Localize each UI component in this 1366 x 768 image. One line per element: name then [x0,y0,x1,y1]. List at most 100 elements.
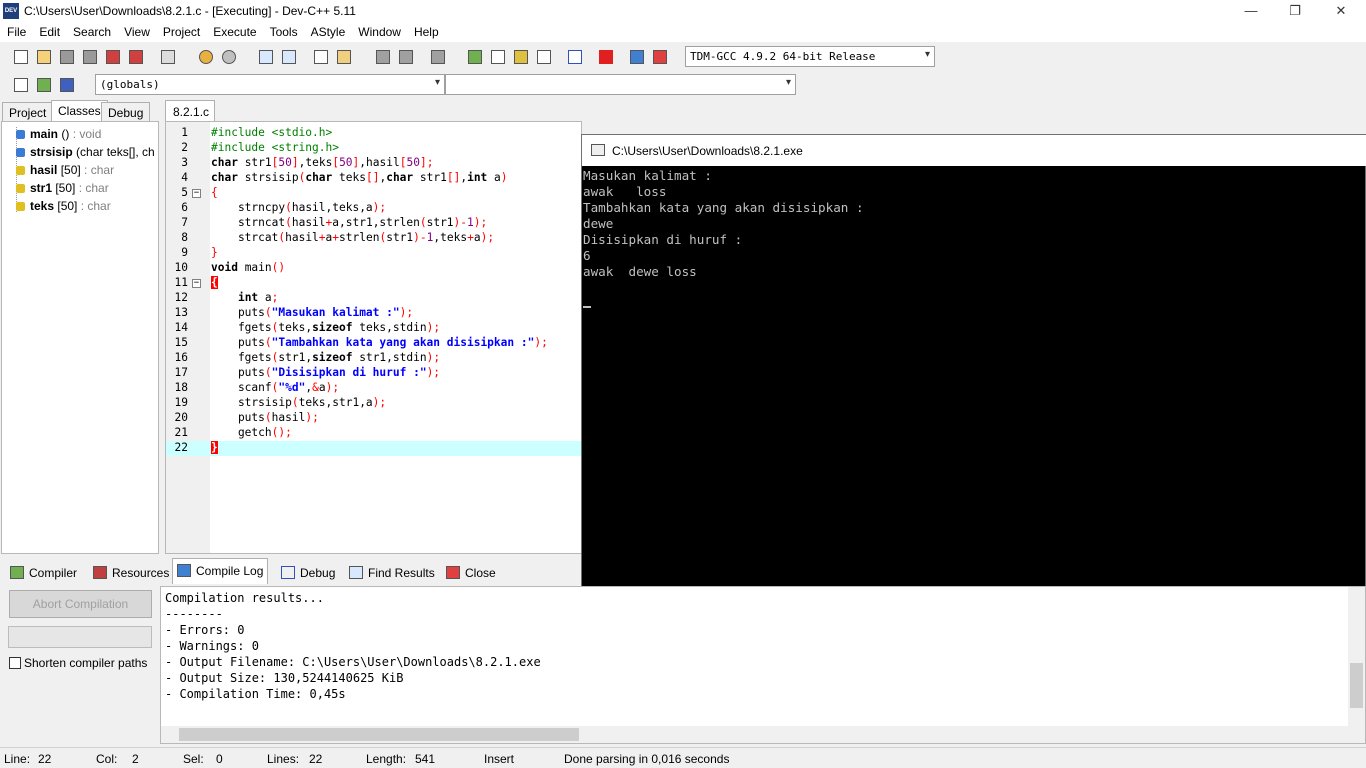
code-line[interactable]: 3 char str1[50],teks[50],hasil[50]; [166,156,581,171]
code-line[interactable]: 17 puts("Disisipkan di huruf :"); [166,366,581,381]
line-number: 6 [181,201,188,214]
minimize-button[interactable]: — [1228,0,1274,22]
new-project-icon[interactable] [465,47,485,67]
code-line[interactable]: 14 fgets(teks,sizeof teks,stdin); [166,321,581,336]
line-number: 18 [174,381,188,394]
profile-icon[interactable] [627,47,647,67]
save-all-icon[interactable] [80,47,100,67]
save-icon[interactable] [57,47,77,67]
toggle-bookmark-icon[interactable] [373,47,393,67]
window-icon[interactable] [488,47,508,67]
menu-astyle[interactable]: AStyle [304,22,352,39]
tab-resources[interactable]: Resources [89,561,173,583]
line-number: 16 [174,351,188,364]
code-line[interactable]: 4 char strsisip(char teks[],char str1[],i… [166,171,581,186]
menu-tools[interactable]: Tools [263,22,304,39]
close-button[interactable]: ✕ [1318,0,1364,22]
line-number: 13 [174,306,188,319]
goto-icon[interactable] [34,75,54,95]
tab-project[interactable]: Project [2,102,54,122]
menu-project[interactable]: Project [156,22,206,39]
code-line[interactable]: 7 strncat(hasil+a,str1,strlen(str1)-1); [166,216,581,231]
class-browser-icon[interactable] [57,75,77,95]
code-line[interactable]: 22} [166,441,581,456]
console-window[interactable]: C:\Users\User\Downloads\8.2.1.exe Masuka… [581,134,1366,646]
code-line[interactable]: 6 strncpy(hasil,teks,a); [166,201,581,216]
menu-search[interactable]: Search [66,22,117,39]
tab-classes[interactable]: Classes [51,100,108,122]
code-line[interactable]: 20 puts(hasil); [166,411,581,426]
project-options-icon[interactable] [511,47,531,67]
compile-log[interactable]: Compilation results... -------- - Errors… [160,586,1366,744]
class-item-hasil[interactable]: hasil [50] : char [16,163,114,181]
find-icon[interactable] [256,47,276,67]
print-icon[interactable] [158,47,178,67]
check-syntax-icon[interactable] [565,47,585,67]
fold-toggle-icon[interactable]: − [192,279,201,288]
status-line-label: Line: [4,752,31,766]
code-line[interactable]: 5− { [166,186,581,201]
scroll-thumb[interactable] [1350,663,1363,708]
compiler-select[interactable]: TDM-GCC 4.9.2 64-bit Release ▾ [685,46,935,67]
code-line[interactable]: 18 scanf("%d",&a); [166,381,581,396]
close-file-icon[interactable] [103,47,123,67]
code-line[interactable]: 16 fgets(str1,sizeof str1,stdin); [166,351,581,366]
tab-compiler[interactable]: Compiler [6,561,81,583]
tab-debug[interactable]: Debug [101,102,151,122]
goto-bookmark-icon[interactable] [396,47,416,67]
code-line[interactable]: 12 int a; [166,291,581,306]
menu-view[interactable]: View [117,22,156,39]
goto-line-icon[interactable] [428,47,448,67]
menu-help[interactable]: Help [407,22,445,39]
code-line[interactable]: 9} [166,246,581,261]
abort-compilation-button[interactable]: Abort Compilation [9,590,152,618]
stop-execution-icon[interactable] [596,47,616,67]
code-line[interactable]: 19 strsisip(teks,str1,a); [166,396,581,411]
class-item-strsisip[interactable]: strsisip (char teks[], ch [16,145,155,163]
shorten-paths-checkbox[interactable]: Shorten compiler paths [9,656,147,670]
class-item-str1[interactable]: str1 [50] : char [16,181,109,199]
menu-file[interactable]: File [0,22,32,39]
insert-icon[interactable] [11,75,31,95]
tab-compile-log[interactable]: Compile Log [172,558,269,584]
code-line[interactable]: 11− { [166,276,581,291]
checkbox-box[interactable] [9,657,21,669]
code-text: } [211,441,218,454]
menu-window[interactable]: Window [351,22,407,39]
member-select[interactable]: ▾ [445,74,796,95]
editor-tab[interactable]: 8.2.1.c [165,100,215,122]
code-line[interactable]: 15 puts("Tambahkan kata yang akan disisi… [166,336,581,351]
code-line[interactable]: 1 #include <stdio.h> [166,126,581,141]
menu-execute[interactable]: Execute [206,22,262,39]
menu-edit[interactable]: Edit [32,22,66,39]
restore-button[interactable]: ❐ [1272,0,1318,22]
code-line[interactable]: 21 getch(); [166,426,581,441]
class-item-teks[interactable]: teks [50] : char [16,199,111,217]
code-line[interactable]: 8 strcat(hasil+a+strlen(str1)-1,teks+a); [166,231,581,246]
tab-label: Compiler [29,566,78,580]
status-message: Done parsing in 0,016 seconds [564,752,730,766]
scroll-thumb[interactable] [179,728,579,741]
vertical-scrollbar[interactable] [1348,587,1365,726]
close-all-icon[interactable] [126,47,146,67]
tab-close[interactable]: Close [442,561,500,583]
code-line[interactable]: 13 puts("Masukan kalimat :"); [166,306,581,321]
indent-icon[interactable] [311,47,331,67]
tiles-icon[interactable] [534,47,554,67]
code-line[interactable]: 2 #include <string.h> [166,141,581,156]
fold-toggle-icon[interactable]: − [192,189,201,198]
code-line[interactable]: 10 void main() [166,261,581,276]
delete-profile-icon[interactable] [650,47,670,67]
scope-select[interactable]: (globals) ▾ [95,74,445,95]
unindent-icon[interactable] [334,47,354,67]
open-file-icon[interactable] [34,47,54,67]
undo-icon[interactable] [196,47,216,67]
replace-icon[interactable] [279,47,299,67]
class-item-main[interactable]: main () : void [16,127,101,145]
redo-icon[interactable] [219,47,239,67]
tab-debug-bottom[interactable]: Debug [277,561,339,583]
horizontal-scrollbar[interactable] [161,726,1365,743]
code-editor[interactable]: 1 #include <stdio.h> 2 #include <string.h> 3… [165,121,582,554]
tab-find-results[interactable]: Find Results [345,561,439,583]
new-file-icon[interactable] [11,47,31,67]
